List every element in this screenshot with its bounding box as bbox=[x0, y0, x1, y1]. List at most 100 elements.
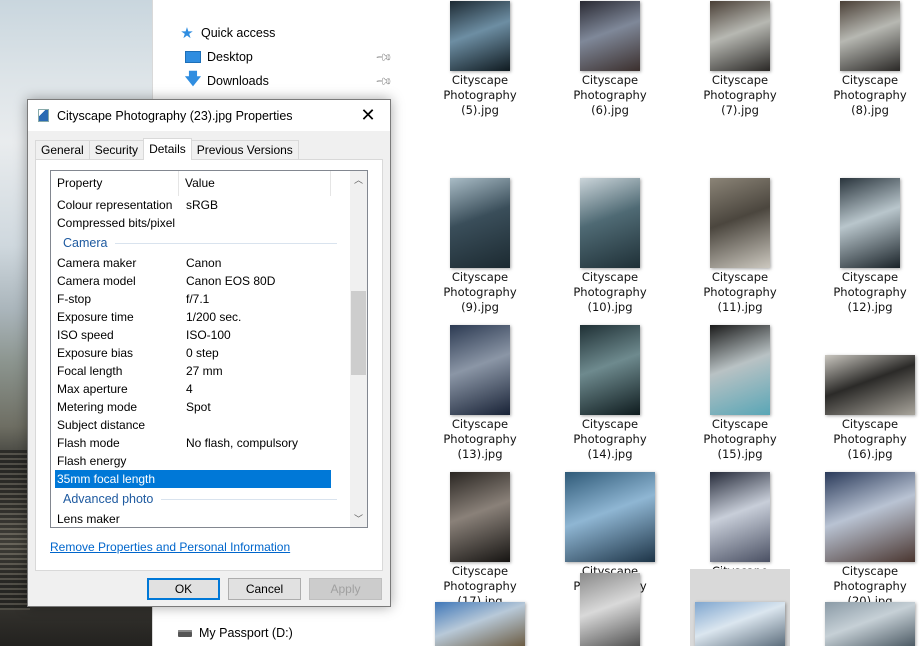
nav-desktop[interactable]: Desktop 📌︎ bbox=[185, 46, 393, 68]
property-row[interactable]: ISO speed ISO-100 bbox=[51, 326, 351, 344]
cancel-button[interactable]: Cancel bbox=[228, 578, 301, 600]
property-row[interactable]: Max aperture 4 bbox=[51, 380, 351, 398]
group-header-advanced-photo: Advanced photo bbox=[51, 488, 351, 510]
image-thumbnail[interactable] bbox=[840, 1, 900, 71]
image-thumbnail[interactable] bbox=[695, 602, 785, 646]
property-row[interactable]: F-stop f/7.1 bbox=[51, 290, 351, 308]
file-name-line: Photography bbox=[573, 88, 647, 102]
tab-details[interactable]: Details bbox=[143, 138, 192, 160]
nav-downloads[interactable]: 🡇 Downloads 📌︎ bbox=[185, 70, 393, 92]
property-row-selected[interactable]: 35mm focal length bbox=[55, 470, 331, 488]
image-thumbnail[interactable] bbox=[450, 178, 510, 268]
image-thumbnail[interactable] bbox=[840, 178, 900, 268]
property-name: Flash mode bbox=[57, 436, 120, 450]
tab-security[interactable]: Security bbox=[88, 140, 145, 160]
property-value[interactable]: No flash, compulsory bbox=[179, 434, 331, 452]
nav-my-passport-drive[interactable]: My Passport (D:) bbox=[177, 622, 293, 644]
property-value[interactable]: Spot bbox=[179, 398, 331, 416]
image-thumbnail[interactable] bbox=[710, 472, 770, 562]
file-tile[interactable]: Cityscape Photography (5).jpg bbox=[415, 0, 545, 118]
image-thumbnail[interactable] bbox=[580, 178, 640, 268]
column-header-value[interactable]: Value bbox=[179, 171, 331, 196]
property-row[interactable]: Camera model Canon EOS 80D bbox=[51, 272, 351, 290]
remove-properties-link[interactable]: Remove Properties and Personal Informati… bbox=[50, 540, 290, 554]
thumbnail-frame bbox=[415, 0, 545, 73]
tab-previous-versions[interactable]: Previous Versions bbox=[190, 140, 299, 160]
image-thumbnail[interactable] bbox=[565, 472, 655, 562]
file-tile[interactable] bbox=[805, 569, 921, 646]
property-value[interactable] bbox=[179, 214, 331, 232]
dialog-titlebar[interactable]: Cityscape Photography (23).jpg Propertie… bbox=[28, 100, 390, 131]
image-thumbnail[interactable] bbox=[580, 573, 640, 646]
vertical-scrollbar[interactable]: ︿ ﹀ bbox=[350, 171, 367, 527]
tab-general[interactable]: General bbox=[35, 140, 90, 160]
nav-quick-access[interactable]: ★ Quick access bbox=[179, 22, 275, 44]
property-row[interactable]: Exposure bias 0 step bbox=[51, 344, 351, 362]
image-thumbnail[interactable] bbox=[710, 1, 770, 71]
scrollbar-thumb[interactable] bbox=[351, 291, 366, 375]
thumbnail-frame bbox=[545, 0, 675, 73]
image-thumbnail[interactable] bbox=[710, 178, 770, 268]
thumbnail-frame bbox=[805, 128, 921, 270]
file-tile[interactable]: Cityscape Photography (7).jpg bbox=[675, 0, 805, 118]
property-value[interactable]: 4 bbox=[179, 380, 331, 398]
image-thumbnail[interactable] bbox=[825, 602, 915, 646]
image-thumbnail[interactable] bbox=[580, 1, 640, 71]
file-tile[interactable] bbox=[675, 569, 805, 646]
file-name-label[interactable]: Cityscape Photography (6).jpg bbox=[545, 73, 675, 118]
image-thumbnail[interactable] bbox=[450, 472, 510, 562]
file-name-label[interactable]: Cityscape Photography (8).jpg bbox=[805, 73, 921, 118]
file-tile[interactable]: Cityscape Photography (6).jpg bbox=[545, 0, 675, 118]
property-value[interactable] bbox=[179, 452, 331, 470]
file-tile[interactable] bbox=[415, 569, 545, 646]
scroll-up-arrow-icon[interactable]: ︿ bbox=[350, 171, 367, 188]
ok-button[interactable]: OK bbox=[147, 578, 220, 600]
property-row[interactable]: Lens maker bbox=[51, 510, 351, 527]
pin-icon[interactable]: 📌︎ bbox=[374, 71, 393, 90]
property-value[interactable] bbox=[179, 510, 331, 527]
nav-label: My Passport (D:) bbox=[199, 626, 293, 640]
list-header: Property Value bbox=[51, 171, 351, 196]
image-thumbnail[interactable] bbox=[450, 1, 510, 71]
image-file-icon bbox=[38, 109, 49, 122]
property-value[interactable]: Canon bbox=[179, 254, 331, 272]
image-thumbnail[interactable] bbox=[825, 472, 915, 562]
apply-button[interactable]: Apply bbox=[309, 578, 382, 600]
column-header-property[interactable]: Property bbox=[51, 171, 179, 196]
thumbnail-frame bbox=[675, 275, 805, 417]
property-value[interactable] bbox=[179, 416, 331, 434]
property-row[interactable]: Flash energy bbox=[51, 452, 351, 470]
property-row[interactable]: Exposure time 1/200 sec. bbox=[51, 308, 351, 326]
image-thumbnail[interactable] bbox=[450, 325, 510, 415]
thumbnail-frame bbox=[675, 0, 805, 73]
property-row[interactable]: Subject distance bbox=[51, 416, 351, 434]
property-row[interactable]: Metering mode Spot bbox=[51, 398, 351, 416]
file-tile[interactable] bbox=[545, 569, 675, 646]
property-value[interactable]: ISO-100 bbox=[179, 326, 331, 344]
pin-icon[interactable]: 📌︎ bbox=[374, 47, 393, 66]
property-row[interactable]: Focal length 27 mm bbox=[51, 362, 351, 380]
close-button[interactable]: ✕ bbox=[346, 100, 390, 131]
property-value[interactable] bbox=[181, 470, 331, 488]
property-row[interactable]: Colour representation sRGB bbox=[51, 196, 351, 214]
nav-label: Quick access bbox=[201, 26, 276, 40]
file-name-line: (8).jpg bbox=[851, 103, 889, 117]
image-thumbnail[interactable] bbox=[710, 325, 770, 415]
scroll-down-arrow-icon[interactable]: ﹀ bbox=[350, 510, 367, 527]
image-thumbnail[interactable] bbox=[580, 325, 640, 415]
property-row[interactable]: Flash mode No flash, compulsory bbox=[51, 434, 351, 452]
property-row[interactable]: Camera maker Canon bbox=[51, 254, 351, 272]
property-value[interactable]: f/7.1 bbox=[179, 290, 331, 308]
property-value[interactable]: 1/200 sec. bbox=[179, 308, 331, 326]
file-name-label[interactable]: Cityscape Photography (7).jpg bbox=[675, 73, 805, 118]
property-value[interactable]: 27 mm bbox=[179, 362, 331, 380]
property-value[interactable]: 0 step bbox=[179, 344, 331, 362]
file-tile[interactable]: Cityscape Photography (8).jpg bbox=[805, 0, 921, 118]
property-row[interactable]: Compressed bits/pixel bbox=[51, 214, 351, 232]
image-thumbnail[interactable] bbox=[825, 355, 915, 415]
property-value[interactable]: Canon EOS 80D bbox=[179, 272, 331, 290]
file-name-label[interactable]: Cityscape Photography (5).jpg bbox=[415, 73, 545, 118]
property-name: Subject distance bbox=[57, 418, 146, 432]
property-value[interactable]: sRGB bbox=[179, 196, 331, 214]
image-thumbnail[interactable] bbox=[435, 602, 525, 646]
